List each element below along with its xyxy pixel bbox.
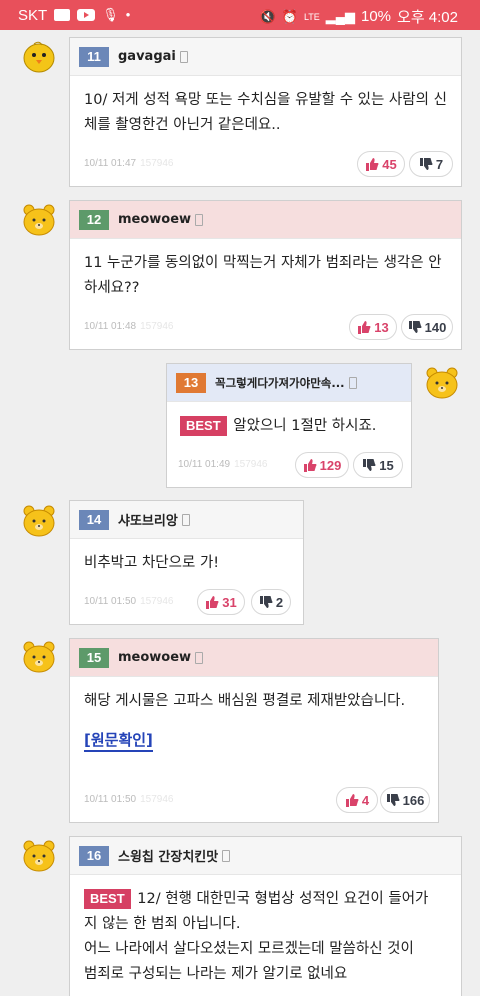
downvote-button[interactable]: 7 xyxy=(409,151,453,177)
thumbs-up-icon xyxy=(358,320,371,334)
mobile-icon xyxy=(181,513,190,526)
status-bar: SKT 🎙 • 🔇 ⏰ LTE ▂▄▆ 10% 오후 4:02 xyxy=(0,0,480,30)
mobile-icon xyxy=(195,651,204,664)
youtube-icon xyxy=(77,9,96,21)
carrier-label: SKT xyxy=(18,6,48,24)
thumbs-down-icon xyxy=(419,157,433,170)
view-original-link[interactable]: [원문확인] xyxy=(84,730,153,752)
bear-icon xyxy=(23,641,55,673)
downvote-button[interactable]: 140 xyxy=(401,314,453,340)
comment-header: 15 meowoew xyxy=(70,639,438,677)
microphone-icon: 🎙 xyxy=(102,7,119,22)
comment-text-line: 지 않는 한 범죄 아닙니다. xyxy=(84,916,241,932)
thumbs-up-icon xyxy=(345,793,359,807)
comment-text: 11 누군가를 동의없이 막찍는거 자체가 범죄라는 생각은 안하세요?? xyxy=(84,255,442,296)
bear-icon xyxy=(23,505,55,537)
timestamp: 10/11 01:49 157946 xyxy=(178,459,268,470)
comment-header: 12 meowoew xyxy=(70,201,461,239)
comment-text: 해당 게시물은 고파스 배심원 평결로 제재받았습니다. xyxy=(84,693,406,709)
timestamp: 10/11 01:50 157946 xyxy=(84,794,174,805)
gallery-icon xyxy=(54,9,71,21)
comment-header: 11 gavagai xyxy=(70,38,461,76)
comment-15: 15 meowoew 해당 게시물은 고파스 배심원 평결로 제재받았습니다. … xyxy=(69,638,439,823)
username[interactable]: meowoew xyxy=(118,212,191,227)
thumbs-up-icon xyxy=(366,157,379,171)
thumbs-down-icon xyxy=(386,793,400,806)
comment-14: 14 샤또브리앙 비추박고 차단으로 가! 10/11 01:50 157946 … xyxy=(69,500,304,625)
downvote-button[interactable]: 166 xyxy=(380,787,430,813)
timestamp: 10/11 01:48 157946 xyxy=(84,321,174,332)
comment-text-line: 어느 나라에서 살다오셨는지 모르겠는데 말씀하신 것이 xyxy=(84,941,414,957)
mute-icon: 🔇 xyxy=(259,8,276,24)
comment-body: BEST 12/ 현행 대한민국 형법상 성적인 요건이 들어가 지 않는 한 … xyxy=(70,875,461,987)
bear-icon xyxy=(23,840,55,872)
thumbs-up-icon xyxy=(206,595,219,609)
comment-text-line: 범죄로 구성되는 나라는 제가 알기로 없네요 xyxy=(84,966,348,982)
mobile-icon xyxy=(195,213,204,226)
upvote-button[interactable]: 45 xyxy=(357,151,405,177)
username[interactable]: 스윙칩 간장치킨맛 xyxy=(118,846,218,865)
comment-text: 10/ 저게 성적 욕망 또는 수치심을 유발할 수 있는 사람의 신체를 촬영… xyxy=(84,92,447,133)
username[interactable]: 샤또브리앙 xyxy=(118,510,178,529)
timestamp: 10/11 01:50 157946 xyxy=(84,596,174,607)
comment-11: 11 gavagai 10/ 저게 성적 욕망 또는 수치심을 유발할 수 있는… xyxy=(69,37,462,187)
comment-16: 16 스윙칩 간장치킨맛 BEST 12/ 현행 대한민국 형법상 성적인 요건… xyxy=(69,836,462,996)
upvote-button[interactable]: 129 xyxy=(295,452,349,478)
mobile-icon xyxy=(348,376,357,389)
thumbs-down-icon xyxy=(363,458,376,471)
dot-icon: • xyxy=(125,7,131,22)
clock-label: 오후 4:02 xyxy=(397,9,458,26)
thumbs-down-icon xyxy=(259,595,273,608)
best-badge: BEST xyxy=(84,889,131,909)
username[interactable]: meowoew xyxy=(118,650,191,665)
username[interactable]: 꼭그렇게다가져가야만속... xyxy=(215,375,345,391)
upvote-button[interactable]: 31 xyxy=(197,589,245,615)
bear-icon xyxy=(426,367,458,399)
alarm-icon: ⏰ xyxy=(281,8,298,24)
timestamp: 10/11 01:47 157946 xyxy=(84,158,174,169)
comment-number: 11 xyxy=(79,46,109,67)
comment-number: 12 xyxy=(79,209,109,230)
chick-icon xyxy=(23,41,55,73)
battery-label: 10% xyxy=(361,8,392,25)
comment-12: 12 meowoew 11 누군가를 동의없이 막찍는거 자체가 범죄라는 생각… xyxy=(69,200,462,350)
downvote-button[interactable]: 2 xyxy=(251,589,291,615)
mobile-icon xyxy=(222,849,231,862)
best-badge: BEST xyxy=(180,416,227,436)
comment-number: 14 xyxy=(79,509,109,530)
downvote-button[interactable]: 15 xyxy=(353,452,403,478)
comment-number: 16 xyxy=(79,845,109,866)
comment-number: 15 xyxy=(79,647,109,668)
comment-header: 13 꼭그렇게다가져가야만속... xyxy=(167,364,411,402)
upvote-button[interactable]: 13 xyxy=(349,314,397,340)
comment-header: 16 스윙칩 간장치킨맛 xyxy=(70,837,461,875)
thumbs-up-icon xyxy=(303,458,317,472)
upvote-button[interactable]: 4 xyxy=(336,787,378,813)
comment-text: 비추박고 차단으로 가! xyxy=(84,555,220,571)
bear-icon xyxy=(23,204,55,236)
comment-text: 알았으니 1절만 하시죠. xyxy=(233,418,377,434)
comment-header: 14 샤또브리앙 xyxy=(70,501,303,539)
network-label: LTE xyxy=(303,11,320,22)
comment-body: BEST 알았으니 1절만 하시죠. xyxy=(167,402,411,439)
comment-13: 13 꼭그렇게다가져가야만속... BEST 알았으니 1절만 하시죠. 10/… xyxy=(166,363,412,488)
comment-number: 13 xyxy=(176,372,206,393)
signal-icon: ▂▄▆ xyxy=(325,8,355,24)
username[interactable]: gavagai xyxy=(118,49,176,64)
mobile-icon xyxy=(179,50,188,63)
thumbs-down-icon xyxy=(408,320,422,333)
comment-text-line: 12/ 현행 대한민국 형법상 성적인 요건이 들어가 xyxy=(137,891,429,907)
